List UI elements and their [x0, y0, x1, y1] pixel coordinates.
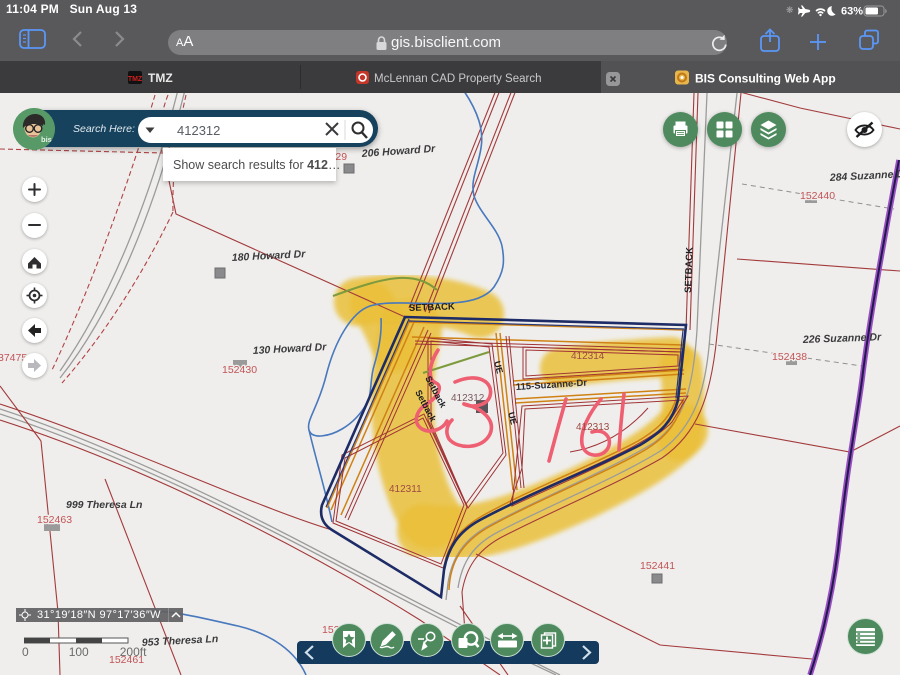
svg-text:BIS Consulting Web App: BIS Consulting Web App — [695, 72, 836, 86]
svg-text:412314: 412314 — [571, 351, 605, 362]
svg-text:999 Theresa Ln: 999 Theresa Ln — [66, 499, 142, 511]
svg-text:❋: ❋ — [786, 5, 794, 15]
svg-text:SETBACK: SETBACK — [409, 301, 455, 314]
svg-text:McLennan CAD Property Search: McLennan CAD Property Search — [374, 73, 541, 85]
svg-text:152440: 152440 — [800, 190, 835, 202]
svg-text:152430: 152430 — [222, 364, 257, 376]
svg-text:SETBACK: SETBACK — [683, 247, 696, 293]
svg-text:152438: 152438 — [772, 351, 807, 363]
svg-text:152441: 152441 — [640, 560, 675, 572]
svg-text:412313: 412313 — [576, 422, 610, 433]
svg-text:TMZ: TMZ — [148, 71, 173, 85]
svg-text:412311: 412311 — [389, 484, 422, 495]
svg-text:152463: 152463 — [37, 514, 72, 526]
svg-text:412312: 412312 — [451, 393, 485, 404]
svg-text:TMZ: TMZ — [128, 76, 143, 83]
svg-text:63%: 63% — [841, 6, 863, 18]
